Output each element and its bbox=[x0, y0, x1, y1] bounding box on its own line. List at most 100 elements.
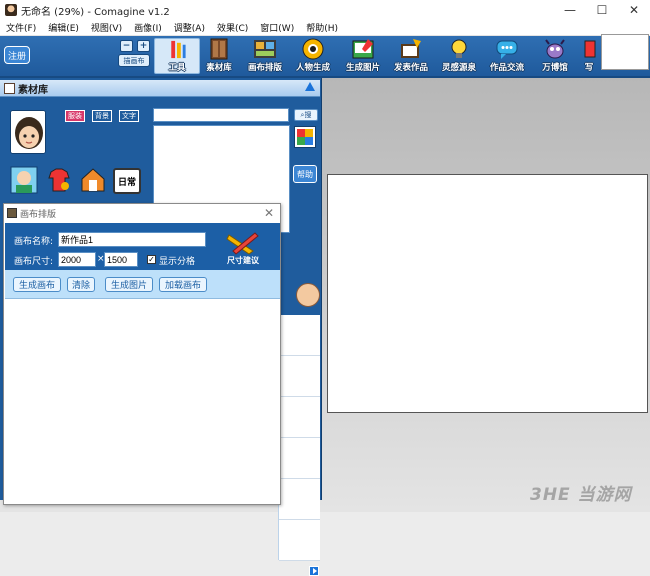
tool-tools[interactable]: 工具 bbox=[154, 38, 200, 74]
zoom-out-button[interactable]: − bbox=[120, 40, 133, 52]
list-item[interactable] bbox=[279, 315, 320, 356]
zoom-in-button[interactable]: + bbox=[137, 40, 150, 52]
canvas-settings-form: 画布名称: 画布尺寸: × ✓ 显示分格 尺寸建议 bbox=[5, 223, 280, 270]
bug-icon bbox=[545, 39, 565, 59]
material-search-input[interactable] bbox=[153, 108, 289, 122]
next-page-icon[interactable] bbox=[309, 566, 319, 576]
character-face-icon bbox=[11, 111, 45, 153]
material-items-list bbox=[278, 315, 320, 561]
generate-image-button[interactable]: 生成图片 bbox=[105, 277, 153, 292]
canvas-layout-dialog: 画布排版 ✕ 画布名称: 画布尺寸: × ✓ 显示分格 尺寸建议 生成画布 清除… bbox=[3, 203, 281, 505]
tool-work-exchange[interactable]: 作品交流 bbox=[484, 38, 530, 74]
tool-write[interactable]: 写 bbox=[578, 38, 600, 74]
show-grid-label: 显示分格 bbox=[159, 257, 196, 267]
write-icon bbox=[584, 40, 596, 58]
toolbar-preview-box bbox=[601, 34, 649, 70]
minimize-button[interactable]: — bbox=[554, 0, 586, 20]
list-item[interactable] bbox=[279, 520, 320, 561]
face-icon[interactable] bbox=[296, 283, 320, 307]
close-button[interactable]: ✕ bbox=[618, 0, 650, 20]
register-button[interactable]: 注册 bbox=[4, 46, 30, 64]
load-canvas-button[interactable]: 加载画布 bbox=[159, 277, 207, 292]
main-toolbar: 注册 − + 描画布 工具 素材库 画布排版 人物生成 生成图片 发表作品 灵感… bbox=[0, 36, 650, 78]
list-item[interactable] bbox=[279, 397, 320, 438]
canvas-name-input[interactable] bbox=[58, 232, 206, 247]
list-item[interactable] bbox=[279, 356, 320, 397]
category-clothing[interactable]: 服装 bbox=[65, 110, 85, 122]
window-title: 无命名 (29%) - Comagine v1.2 bbox=[21, 6, 170, 18]
tool-canvas-layout[interactable]: 画布排版 bbox=[242, 38, 288, 74]
lightbulb-icon bbox=[451, 39, 467, 58]
size-suggestion-button[interactable]: 尺寸建议 bbox=[225, 231, 263, 267]
material-search-button[interactable]: ⌕ 搜 bbox=[294, 109, 318, 121]
app-icon bbox=[5, 4, 17, 16]
canvas-height-input[interactable] bbox=[104, 252, 138, 267]
maximize-button[interactable]: ☐ bbox=[586, 0, 618, 20]
menu-image[interactable]: 画像(I) bbox=[128, 21, 168, 34]
color-palette-icon[interactable] bbox=[294, 126, 316, 148]
dialog-title-bar: 画布排版 ✕ bbox=[4, 204, 280, 222]
canvas-draw-button[interactable]: 描画布 bbox=[118, 54, 150, 67]
category-background[interactable]: 背景 bbox=[92, 110, 112, 122]
tool-generate-image[interactable]: 生成图片 bbox=[340, 38, 386, 74]
eye-icon bbox=[302, 38, 324, 60]
tool-label: 工具 bbox=[168, 63, 186, 73]
tool-museum[interactable]: 万博馆 bbox=[532, 38, 578, 74]
daily-category-button[interactable]: 日常 bbox=[113, 168, 141, 194]
dialog-title: 画布排版 bbox=[20, 209, 57, 220]
show-grid-checkbox[interactable]: ✓ bbox=[147, 255, 156, 264]
tool-label: 生成图片 bbox=[345, 63, 380, 73]
list-item[interactable] bbox=[279, 479, 320, 520]
chat-icon bbox=[496, 40, 518, 59]
house-category-icon[interactable] bbox=[79, 166, 107, 194]
tool-character-generate[interactable]: 人物生成 bbox=[290, 38, 336, 74]
tool-label: 万博馆 bbox=[542, 63, 568, 73]
pen-tool-icon bbox=[171, 40, 186, 59]
canvas-width-input[interactable] bbox=[58, 252, 96, 267]
search-button-label: 搜 bbox=[304, 111, 312, 119]
menu-window[interactable]: 窗口(W) bbox=[254, 21, 300, 34]
collapse-arrow-icon[interactable] bbox=[305, 82, 315, 91]
tool-label: 素材库 bbox=[206, 63, 232, 73]
dialog-action-bar: 生成画布 清除 生成图片 加载画布 bbox=[5, 270, 280, 299]
ruler-pencil-icon bbox=[226, 232, 259, 255]
tool-material-library[interactable]: 素材库 bbox=[196, 38, 242, 74]
watermark: 3HE 当游网 bbox=[530, 485, 632, 505]
menu-bar: 文件(F) 编辑(E) 视图(V) 画像(I) 调整(A) 效果(C) 窗口(W… bbox=[0, 20, 650, 36]
person-category-icon[interactable] bbox=[10, 166, 38, 194]
help-button[interactable]: 帮助 bbox=[293, 165, 317, 183]
menu-file[interactable]: 文件(F) bbox=[0, 21, 42, 34]
tool-label: 灵感源泉 bbox=[441, 63, 476, 73]
menu-view[interactable]: 视图(V) bbox=[85, 21, 128, 34]
character-avatar[interactable] bbox=[10, 110, 46, 154]
clear-button[interactable]: 清除 bbox=[67, 277, 95, 292]
dialog-close-icon[interactable]: ✕ bbox=[264, 206, 274, 220]
generate-canvas-button[interactable]: 生成画布 bbox=[13, 277, 61, 292]
menu-adjust[interactable]: 调整(A) bbox=[168, 21, 211, 34]
picture-icon bbox=[352, 39, 374, 59]
dialog-icon bbox=[7, 208, 17, 218]
list-item[interactable] bbox=[279, 438, 320, 479]
tool-label: 发表作品 bbox=[393, 63, 428, 73]
dialog-content-area bbox=[5, 299, 280, 504]
tool-label: 人物生成 bbox=[295, 63, 330, 73]
title-bar: 无命名 (29%) - Comagine v1.2 — ☐ ✕ bbox=[0, 0, 650, 20]
menu-edit[interactable]: 编辑(E) bbox=[42, 21, 85, 34]
menu-effect[interactable]: 效果(C) bbox=[211, 21, 254, 34]
clothing-category-icon[interactable] bbox=[45, 166, 73, 194]
drawing-canvas[interactable] bbox=[327, 174, 648, 413]
canvas-name-label: 画布名称: bbox=[14, 237, 54, 247]
material-panel-title: 素材库 bbox=[18, 84, 48, 96]
cabinet-icon bbox=[210, 38, 228, 60]
tool-label: 写 bbox=[584, 63, 594, 73]
material-panel-header: 素材库 bbox=[0, 80, 320, 97]
canvas-size-label: 画布尺寸: bbox=[14, 257, 54, 267]
tool-inspiration[interactable]: 灵感源泉 bbox=[436, 38, 482, 74]
tool-publish-work[interactable]: 发表作品 bbox=[388, 38, 434, 74]
size-suggestion-label: 尺寸建议 bbox=[227, 256, 259, 265]
category-text[interactable]: 文字 bbox=[119, 110, 139, 122]
layout-icon bbox=[254, 40, 276, 58]
tool-label: 画布排版 bbox=[247, 63, 282, 73]
menu-help[interactable]: 帮助(H) bbox=[300, 21, 344, 34]
library-icon bbox=[4, 82, 15, 94]
